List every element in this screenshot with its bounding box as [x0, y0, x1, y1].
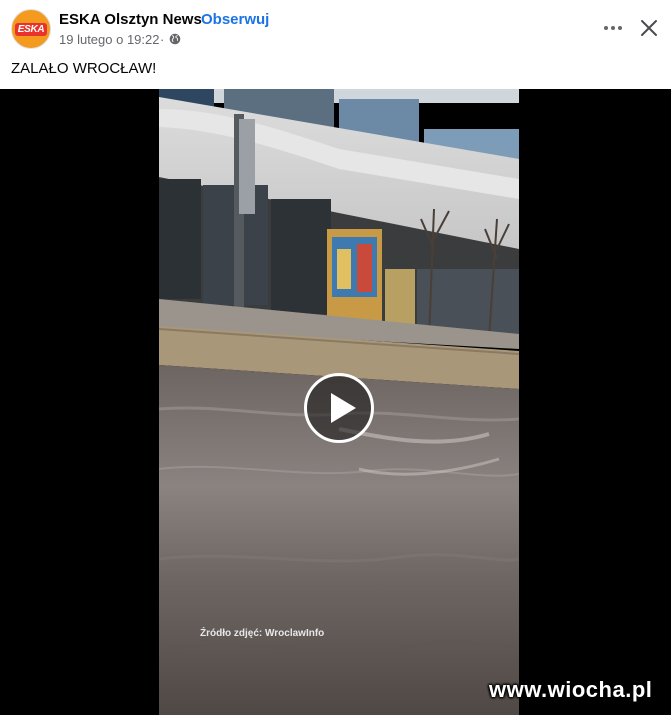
- page-avatar[interactable]: ESKA: [11, 9, 51, 49]
- play-button[interactable]: [304, 373, 374, 443]
- more-horizontal-icon[interactable]: [600, 15, 626, 41]
- time-separator: ·: [160, 32, 165, 47]
- globe-icon: [169, 33, 181, 45]
- page-name-link[interactable]: ESKA Olsztyn News: [59, 11, 202, 28]
- follow-button[interactable]: Obserwuj: [201, 11, 269, 28]
- post-timestamp[interactable]: 19 lutego o 19:22: [59, 32, 159, 47]
- post-text: ZALAŁO WROCŁAW!: [11, 60, 157, 77]
- post-header: ESKA ESKA Olsztyn News · Obserwuj 19 lut…: [0, 0, 671, 56]
- image-source-caption: Źródło zdjęć: WroclawInfo: [200, 628, 325, 639]
- close-icon[interactable]: [638, 15, 660, 41]
- name-separator: ·: [188, 11, 193, 28]
- eska-logo: ESKA: [15, 23, 47, 36]
- video-player[interactable]: Źródło zdjęć: WroclawInfo www.wiocha.pl: [0, 89, 671, 715]
- site-watermark: www.wiocha.pl: [489, 677, 653, 702]
- play-icon: [331, 393, 356, 423]
